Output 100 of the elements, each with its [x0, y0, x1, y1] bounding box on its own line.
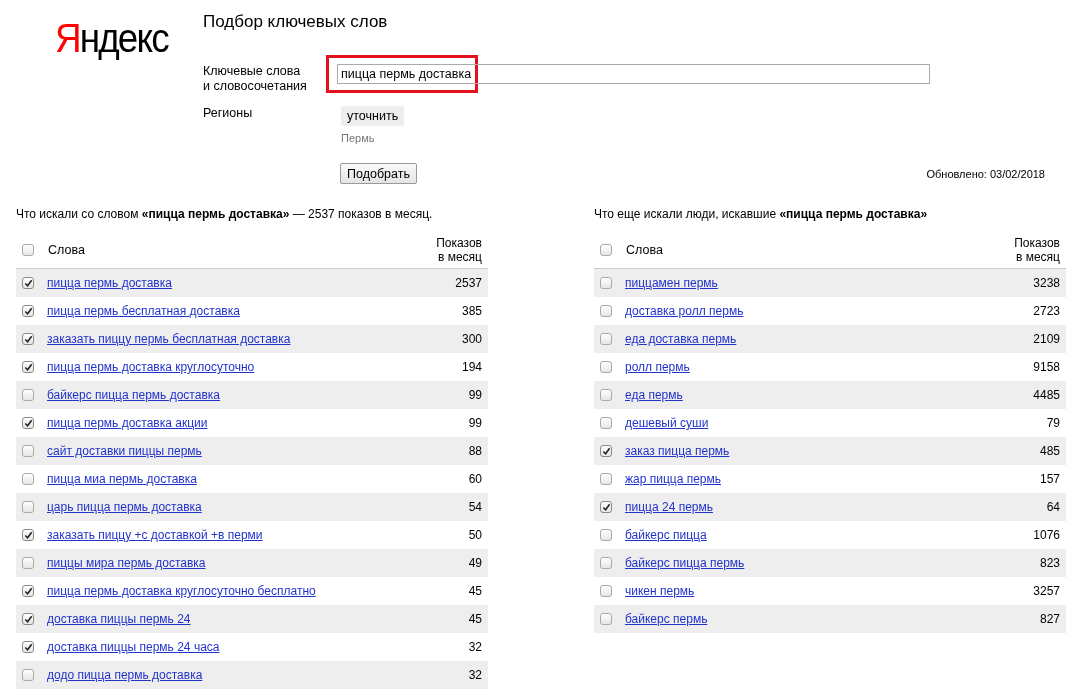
yandex-logo: Яндекс [55, 15, 170, 60]
refine-button[interactable]: уточнить [341, 106, 405, 126]
phrase-link[interactable]: пиццы мира пермь доставка [47, 556, 206, 570]
phrase-link[interactable]: еда пермь [625, 388, 683, 402]
row-checkbox[interactable] [600, 557, 612, 569]
phrase-link[interactable]: жар пицца пермь [625, 472, 721, 486]
phrase-link[interactable]: пицца пермь доставка акции [47, 416, 208, 430]
row-checkbox[interactable] [22, 557, 34, 569]
row-checkbox[interactable] [22, 361, 34, 373]
count-cell: 60 [468, 472, 482, 486]
count-cell: 2109 [1033, 332, 1060, 346]
count-cell: 194 [461, 360, 482, 374]
phrase-link[interactable]: додо пицца пермь доставка [47, 668, 203, 682]
row-checkbox[interactable] [600, 389, 612, 401]
row-checkbox[interactable] [22, 305, 34, 317]
phrase-link[interactable]: пицца пермь доставка [47, 276, 172, 290]
select-all-checkbox[interactable] [600, 244, 612, 256]
phrase-link[interactable]: доставка пиццы пермь 24 [47, 612, 191, 626]
phrase-link[interactable]: байкерс пермь [625, 612, 708, 626]
row-checkbox[interactable] [600, 445, 612, 457]
count-cell: 2537 [455, 276, 482, 290]
phrase-link[interactable]: ролл пермь [625, 360, 690, 374]
count-cell: 157 [1039, 472, 1060, 486]
row-checkbox[interactable] [22, 473, 34, 485]
count-cell: 1076 [1033, 528, 1060, 542]
phrase-link[interactable]: байкерс пицца пермь [625, 556, 745, 570]
table-caption: Что искали со словом «пицца пермь доставка» — 2537 показов в месяц. [16, 207, 434, 223]
row-checkbox[interactable] [22, 641, 34, 653]
count-cell: 827 [1039, 612, 1060, 626]
row-checkbox[interactable] [22, 585, 34, 597]
count-cell: 385 [461, 304, 482, 318]
row-checkbox[interactable] [600, 613, 612, 625]
count-cell: 88 [468, 444, 482, 458]
row-checkbox[interactable] [600, 333, 612, 345]
phrase-link[interactable]: байкерс пицца пермь доставка [47, 388, 220, 402]
row-checkbox[interactable] [600, 305, 612, 317]
table-caption: Что еще искали люди, искавшие «пицца пермь доставка» [594, 207, 929, 223]
count-cell: 2723 [1033, 304, 1060, 318]
row-checkbox[interactable] [22, 445, 34, 457]
row-checkbox[interactable] [600, 277, 612, 289]
phrase-link[interactable]: сайт доставки пиццы пермь [47, 444, 202, 458]
row-checkbox[interactable] [22, 669, 34, 681]
phrase-link[interactable]: дешевый суши [625, 416, 709, 430]
phrase-link[interactable]: доставка пиццы пермь 24 часа [47, 640, 220, 654]
column-header: Слова [626, 243, 663, 257]
region-value: Пермь [341, 132, 376, 144]
row-checkbox[interactable] [600, 361, 612, 373]
row-checkbox[interactable] [22, 389, 34, 401]
count-cell: 50 [468, 528, 482, 542]
row-checkbox[interactable] [22, 277, 34, 289]
column-header: Слова [48, 243, 85, 257]
select-all-checkbox[interactable] [22, 244, 34, 256]
keywords-label: Ключевые слова и словосочетания [203, 64, 308, 94]
column-header: Показов в месяц [1014, 236, 1060, 264]
count-cell: 79 [1046, 416, 1060, 430]
row-checkbox[interactable] [22, 501, 34, 513]
row-checkbox[interactable] [22, 333, 34, 345]
count-cell: 3257 [1033, 584, 1060, 598]
phrase-link[interactable]: пицца 24 пермь [625, 500, 713, 514]
phrase-link[interactable]: пиццамен пермь [625, 276, 718, 290]
updated-date: Обновлено: 03/02/2018 [926, 167, 1045, 180]
column-header: Показов в месяц [436, 236, 482, 264]
regions-label: Регионы [203, 106, 254, 122]
count-cell: 32 [468, 640, 482, 654]
count-cell: 45 [468, 584, 482, 598]
phrase-link[interactable]: заказ пицца пермь [625, 444, 730, 458]
count-cell: 300 [461, 332, 482, 346]
phrase-link[interactable]: доставка ролл пермь [625, 304, 744, 318]
count-cell: 9158 [1033, 360, 1060, 374]
count-cell: 4485 [1033, 388, 1060, 402]
row-checkbox[interactable] [600, 501, 612, 513]
phrase-link[interactable]: пицца пермь доставка круглосуточно [47, 360, 255, 374]
count-cell: 3238 [1033, 276, 1060, 290]
phrase-link[interactable]: пицца пермь доставка круглосуточно бесплатно [47, 584, 316, 598]
count-cell: 49 [468, 556, 482, 570]
count-cell: 54 [468, 500, 482, 514]
count-cell: 99 [468, 416, 482, 430]
count-cell: 485 [1039, 444, 1060, 458]
keywords-input[interactable]: пицца пермь доставка [337, 64, 930, 84]
phrase-link[interactable]: пицца пермь бесплатная доставка [47, 304, 240, 318]
row-checkbox[interactable] [600, 473, 612, 485]
phrase-link[interactable]: чикен пермь [625, 584, 695, 598]
phrase-link[interactable]: царь пицца пермь доставка [47, 500, 202, 514]
row-checkbox[interactable] [600, 529, 612, 541]
phrase-link[interactable]: заказать пиццу пермь бесплатная доставка [47, 332, 291, 346]
page-title: Подбор ключевых слов [203, 11, 389, 33]
row-checkbox[interactable] [22, 529, 34, 541]
count-cell: 64 [1046, 500, 1060, 514]
submit-button[interactable]: Подобрать [340, 163, 417, 184]
phrase-link[interactable]: байкерс пицца [625, 528, 707, 542]
count-cell: 45 [468, 612, 482, 626]
row-checkbox[interactable] [22, 417, 34, 429]
phrase-link[interactable]: еда доставка пермь [625, 332, 737, 346]
row-checkbox[interactable] [600, 585, 612, 597]
row-checkbox[interactable] [600, 417, 612, 429]
count-cell: 99 [468, 388, 482, 402]
row-checkbox[interactable] [22, 613, 34, 625]
phrase-link[interactable]: заказать пиццу +с доставкой +в перми [47, 528, 263, 542]
phrase-link[interactable]: пицца миа пермь доставка [47, 472, 197, 486]
count-cell: 32 [468, 668, 482, 682]
